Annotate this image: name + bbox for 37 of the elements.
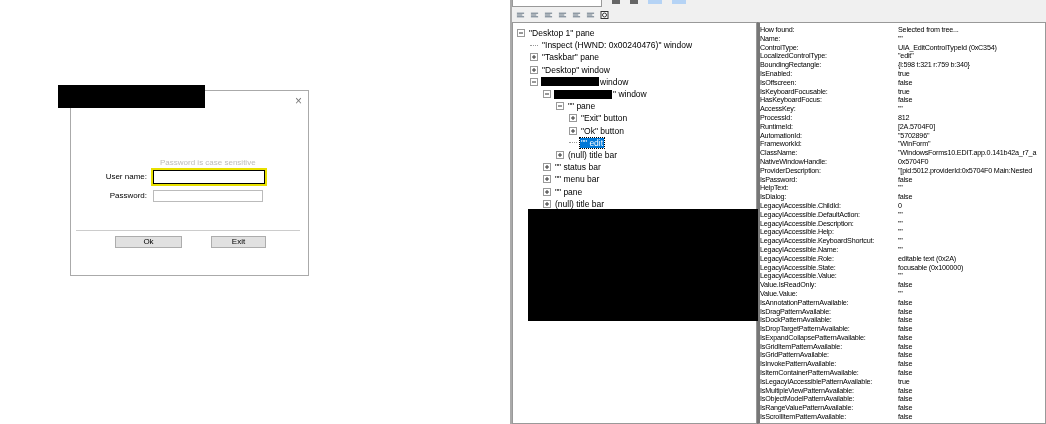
close-button[interactable]: × [295,91,308,111]
tree-item[interactable]: window [599,76,630,87]
tree-item[interactable]: "Desktop" window [541,64,611,75]
expander-icon[interactable] [530,53,538,62]
tree-item[interactable]: "Exit" button [580,113,629,124]
tree-item[interactable]: " window [612,89,648,100]
tree-item[interactable]: "" menu bar [554,174,601,185]
tree-item[interactable]: "Taskbar" pane [541,52,601,63]
expander-icon[interactable] [530,65,538,74]
expander-icon[interactable] [543,187,551,196]
expander-icon[interactable] [543,90,551,99]
input-field[interactable] [153,189,263,202]
tree-item[interactable]: "" status bar [554,162,602,173]
tree-item[interactable]: "Inspect (HWND: 0x00240476)" window [541,40,694,51]
field-label: Password: [108,191,148,200]
expander-icon[interactable] [543,175,551,184]
toolbar-field[interactable] [512,0,602,7]
tree-item[interactable]: "" pane [554,186,584,197]
expander-icon[interactable] [543,199,551,208]
tree-item[interactable]: "Desktop 1" pane [528,28,596,39]
dialog-button[interactable]: Exit [211,236,266,248]
expander-icon[interactable] [543,163,551,172]
toolbar-icon[interactable] [600,11,609,19]
dialog-button[interactable]: Ok [115,236,182,248]
expander-icon[interactable] [517,29,525,38]
tree-item[interactable]: "Ok" button [580,125,625,136]
field-label: User name: [104,172,148,181]
input-field[interactable] [153,169,265,184]
expander-icon[interactable] [569,114,577,123]
tree-item[interactable]: "" pane [567,101,597,112]
expander-icon[interactable] [569,126,577,135]
expander-icon[interactable] [530,77,538,86]
tree-item[interactable]: "" edit [580,137,605,148]
tree-item[interactable]: (null) title bar [567,149,619,160]
tree-item[interactable]: (null) title bar [554,198,606,209]
expander-icon[interactable] [556,102,564,111]
expander-icon[interactable] [556,150,564,159]
